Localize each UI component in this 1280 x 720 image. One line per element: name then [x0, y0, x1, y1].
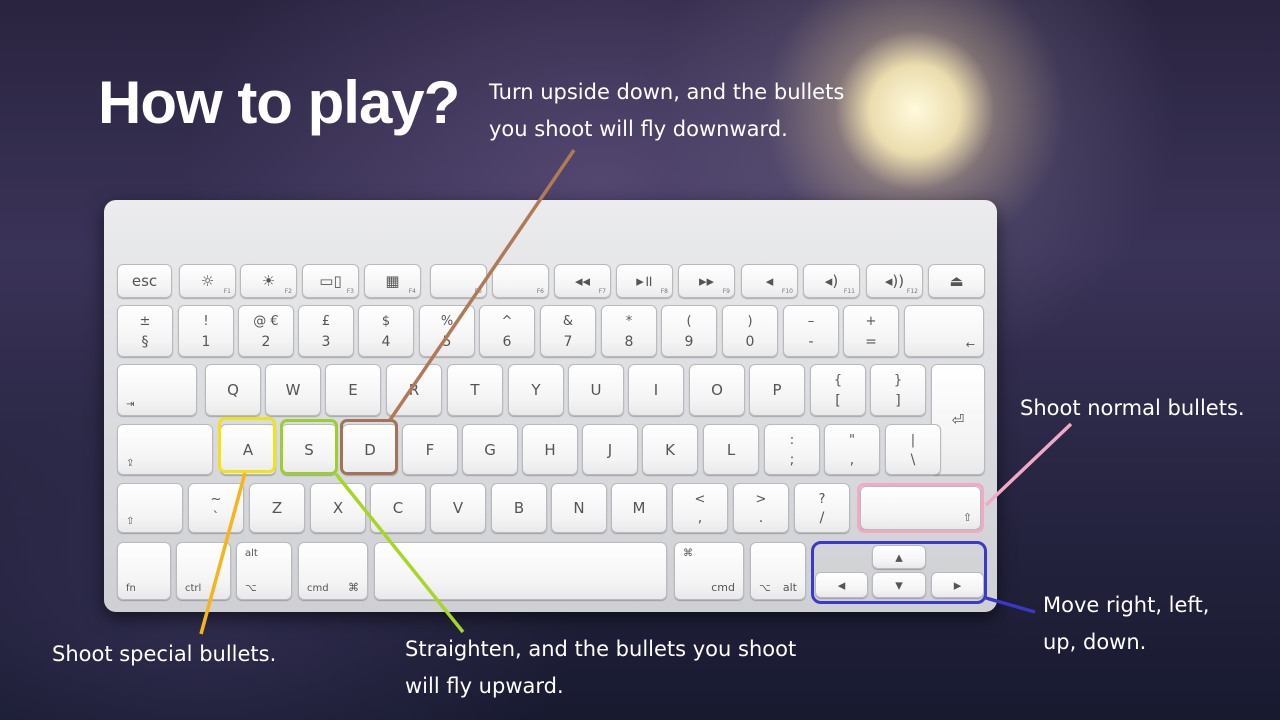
s-key-note: Straighten, and the bullets you shoot wi…	[405, 637, 797, 698]
shift-key-note: Shoot normal bullets.	[1020, 396, 1245, 420]
d-key-line	[388, 149, 576, 421]
shift-key-line	[984, 422, 1073, 507]
arrows-line	[985, 596, 1036, 614]
a-key-line	[199, 472, 247, 635]
d-key-note: Turn upside down, and the bullets you sh…	[489, 80, 845, 141]
s-key-line	[334, 472, 465, 634]
a-key-note: Shoot special bullets.	[52, 642, 277, 666]
arrows-note: Move right, left, up, down.	[1043, 593, 1210, 654]
